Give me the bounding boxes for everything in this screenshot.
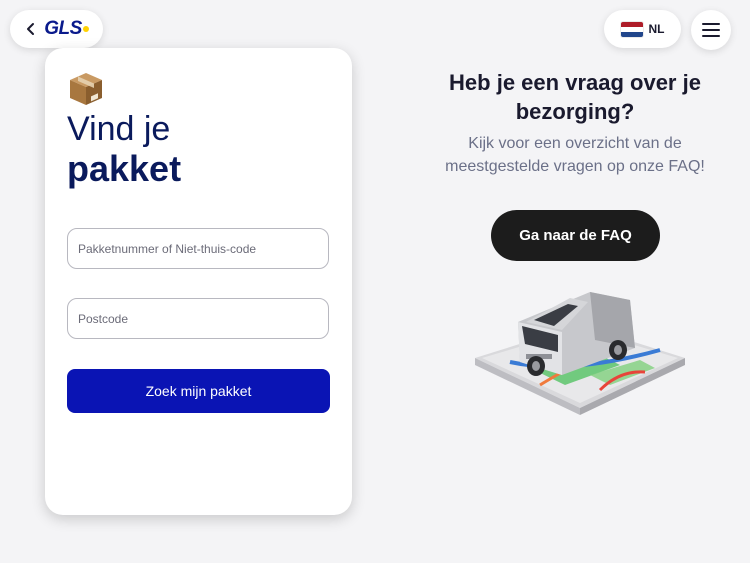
title-line2: pakket: [67, 148, 182, 189]
track-parcel-card: Vind je pakket Zoek mijn pakket: [45, 48, 352, 515]
parcel-number-input[interactable]: [67, 228, 329, 269]
chevron-left-icon: [27, 23, 35, 35]
faq-heading: Heb je een vraag over je bezorging?: [449, 70, 701, 124]
menu-button[interactable]: [691, 10, 731, 50]
faq-button[interactable]: Ga naar de FAQ: [491, 210, 660, 261]
title-line1: Vind je: [67, 110, 171, 148]
postcode-input[interactable]: [67, 298, 329, 339]
language-label: NL: [648, 22, 665, 36]
language-selector[interactable]: NL: [604, 10, 681, 48]
search-parcel-button[interactable]: Zoek mijn pakket: [67, 369, 330, 413]
package-icon: [70, 73, 102, 105]
netherlands-flag-icon: [620, 21, 643, 37]
gls-logo: GLS: [44, 18, 82, 39]
delivery-van-illustration: [475, 292, 685, 415]
back-home-button[interactable]: GLS: [10, 10, 103, 48]
hamburger-icon: [702, 23, 720, 37]
faq-subtitle: Kijk voor een overzicht van de meestgest…: [445, 135, 705, 175]
logo-dot: [82, 26, 89, 32]
